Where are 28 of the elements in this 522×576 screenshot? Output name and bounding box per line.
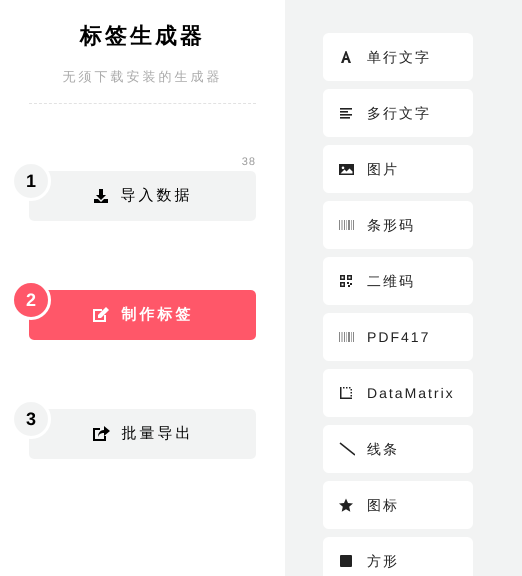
step-number: 1 — [11, 161, 51, 201]
barcode-icon — [339, 218, 355, 232]
edit-icon — [92, 307, 110, 323]
qr-code-icon — [339, 274, 355, 288]
tool-item[interactable]: DataMatrix — [323, 369, 473, 417]
align-left-icon — [339, 106, 355, 120]
star-icon — [339, 498, 355, 512]
step-number: 3 — [11, 399, 51, 439]
tool-item[interactable]: 二维码 — [323, 257, 473, 305]
tool-item[interactable]: PDF417 — [323, 313, 473, 361]
tool-item[interactable]: 线条 — [323, 425, 473, 473]
barcode-icon — [339, 330, 355, 344]
tool-item[interactable]: 图片 — [323, 145, 473, 193]
tool-item[interactable]: 单行文字 — [323, 33, 473, 81]
count-label: 38 — [242, 155, 256, 169]
matrix-icon — [339, 386, 355, 400]
app-title: 标签生成器 — [80, 22, 205, 50]
download-icon — [92, 188, 108, 204]
share-icon — [92, 426, 110, 442]
diagonal-line-icon — [339, 442, 355, 456]
step-number: 2 — [11, 280, 51, 320]
square-icon — [339, 554, 355, 568]
app-subtitle: 无须下载安装的生成器 — [62, 68, 222, 86]
tool-item[interactable]: 图标 — [323, 481, 473, 529]
tool-item[interactable]: 条形码 — [323, 201, 473, 249]
tool-item[interactable]: 多行文字 — [323, 89, 473, 137]
image-icon — [339, 162, 355, 176]
tool-item[interactable]: 方形 — [323, 537, 473, 576]
